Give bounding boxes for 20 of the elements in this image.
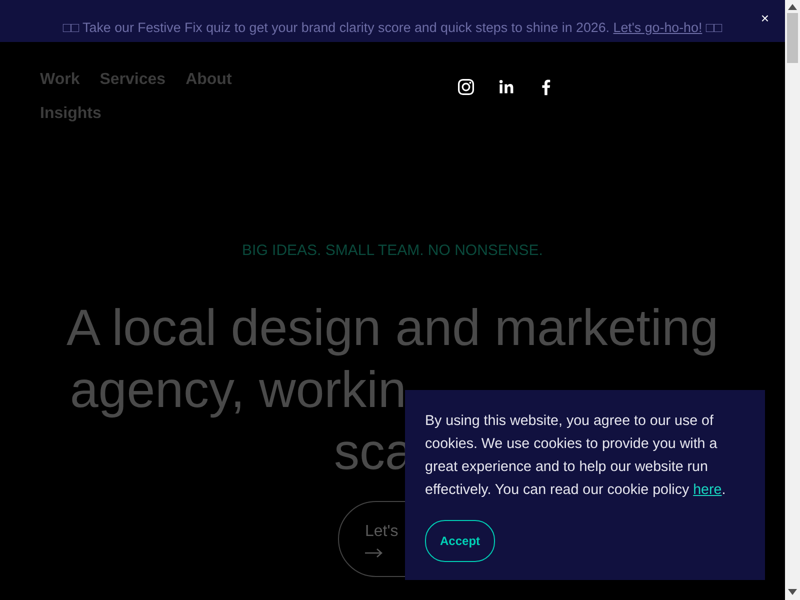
tagline: BIG IDEAS. SMALL TEAM. NO NONSENSE. [241, 241, 544, 261]
arrow-right-icon [365, 548, 383, 558]
scrollbar[interactable] [785, 0, 800, 600]
announcement-text: □□ Take our Festive Fix quiz to get your brand clarity score and quick steps to shine in 2026. Let's go-ho-ho! □□ [62, 18, 722, 37]
cookie-policy-link[interactable]: here [693, 482, 722, 498]
nav-link[interactable]: About [186, 68, 232, 92]
headline-text: agency, workin [70, 360, 406, 418]
close-button[interactable]: × [756, 8, 773, 29]
nav-link[interactable]: Insights [40, 102, 102, 126]
scroll-down-icon[interactable] [788, 589, 797, 595]
nav-link[interactable]: Work [40, 68, 80, 92]
accept-button[interactable]: Accept [425, 520, 496, 562]
nav-link[interactable]: Services [100, 68, 166, 92]
quiz-link[interactable]: Let's go-ho-ho! [613, 20, 702, 35]
cookie-text: By using this website, you agree to our use of cookies. We use cookies to provide you with a great experience and to help our website run effectively. You can read our cookie policy here. [425, 412, 727, 500]
linkedin-icon[interactable] [497, 78, 515, 96]
scroll-up-icon[interactable] [788, 4, 797, 10]
headline-text: A local design and marketing [66, 298, 719, 356]
scrollbar-thumb[interactable] [787, 13, 798, 63]
instagram-icon[interactable] [457, 78, 475, 96]
